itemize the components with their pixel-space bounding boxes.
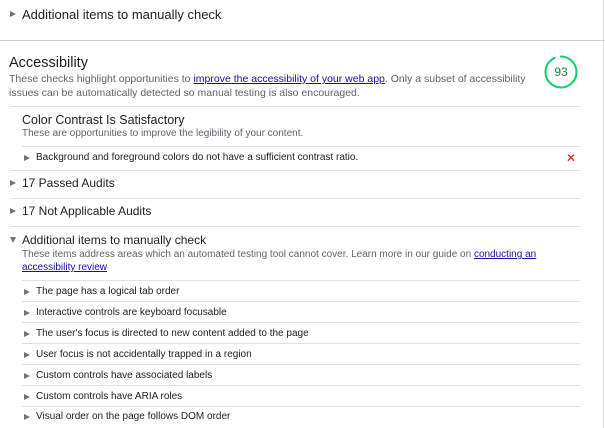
list-item[interactable]: Custom controls have associated labels [24, 369, 212, 382]
passed-audits-label: 17 Passed Audits [22, 176, 115, 190]
score-value: 93 [554, 65, 568, 79]
not-applicable-audits-group[interactable]: 17 Not Applicable Audits [10, 204, 151, 218]
expand-arrow-icon [24, 309, 30, 316]
expand-arrow-icon [10, 180, 16, 186]
top-manual-check-label: Additional items to manually check [22, 6, 222, 22]
manual-check-group[interactable]: Additional items to manually check [10, 233, 206, 247]
top-manual-check-group[interactable]: Additional items to manually check [10, 6, 221, 22]
expand-arrow-icon [24, 288, 30, 295]
divider [22, 301, 580, 302]
expand-arrow-icon [24, 351, 30, 358]
expand-arrow-icon [10, 11, 16, 17]
manual-item-label: Custom controls have associated labels [36, 370, 213, 381]
divider [22, 343, 580, 344]
manual-item-label: User focus is not accidentally trapped i… [36, 349, 252, 360]
contrast-group-description: These are opportunities to improve the l… [22, 128, 304, 139]
fail-x-icon: ✕ [565, 150, 576, 165]
divider [22, 146, 580, 147]
contrast-audit-label: Background and foreground colors do not … [36, 152, 359, 163]
category-description: These checks highlight opportunities to … [9, 73, 526, 99]
contrast-audit-row[interactable]: Background and foreground colors do not … [24, 151, 580, 164]
not-applicable-audits-label: 17 Not Applicable Audits [22, 204, 152, 218]
manual-check-title: Additional items to manually check [22, 233, 207, 247]
manual-item-label: Interactive controls are keyboard focusa… [36, 307, 227, 318]
divider [10, 226, 580, 227]
expand-arrow-icon [10, 208, 16, 214]
manual-item-label: Visual order on the page follows DOM ord… [36, 411, 231, 422]
divider [22, 385, 580, 386]
divider [10, 106, 580, 107]
list-item[interactable]: User focus is not accidentally trapped i… [24, 348, 252, 361]
score-gauge: 93 [544, 55, 578, 89]
panel-right-border [603, 0, 604, 428]
manual-item-label: Custom controls have ARIA roles [36, 391, 183, 402]
manual-item-label: The user's focus is directed to new cont… [36, 328, 309, 339]
divider [10, 170, 580, 171]
list-item[interactable]: The user's focus is directed to new cont… [24, 327, 309, 340]
expand-arrow-icon [24, 154, 30, 161]
divider [22, 280, 580, 281]
divider [22, 406, 580, 407]
divider [22, 322, 580, 323]
section-divider [0, 40, 605, 41]
passed-audits-group[interactable]: 17 Passed Audits [10, 176, 115, 190]
manual-item-label: The page has a logical tab order [36, 286, 180, 297]
manual-check-description: These items address areas which an autom… [22, 249, 537, 273]
divider [22, 364, 580, 365]
expand-arrow-icon [24, 330, 30, 337]
expand-arrow-icon [24, 372, 30, 379]
list-item[interactable]: Interactive controls are keyboard focusa… [24, 306, 227, 319]
category-title: Accessibility [9, 55, 88, 71]
collapse-arrow-icon [10, 237, 16, 243]
expand-arrow-icon [24, 393, 30, 400]
accessibility-guide-link[interactable]: improve the accessibility of your web ap… [193, 73, 384, 85]
list-item[interactable]: Visual order on the page follows DOM ord… [24, 410, 230, 423]
divider [10, 198, 580, 199]
contrast-group-title: Color Contrast Is Satisfactory [22, 113, 185, 127]
list-item[interactable]: Custom controls have ARIA roles [24, 390, 182, 403]
expand-arrow-icon [24, 413, 30, 420]
list-item[interactable]: The page has a logical tab order [24, 285, 179, 298]
